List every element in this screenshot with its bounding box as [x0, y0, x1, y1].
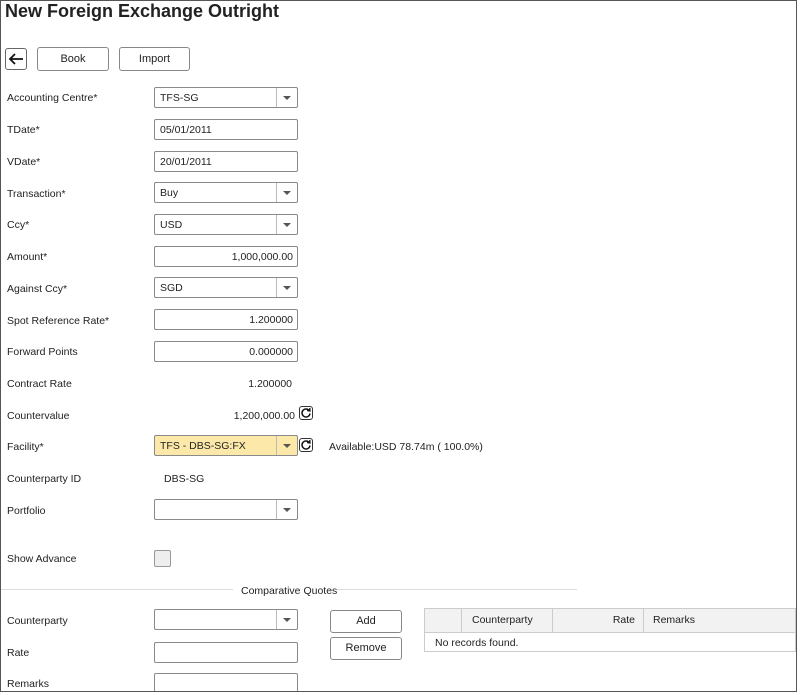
countervalue-label: Countervalue	[7, 410, 70, 422]
book-button[interactable]: Book	[37, 47, 109, 71]
accounting-centre-label: Accounting Centre*	[7, 92, 98, 104]
amount-input[interactable]: 1,000,000.00	[154, 246, 298, 267]
spot-rate-label: Spot Reference Rate*	[7, 315, 110, 327]
back-button[interactable]	[5, 48, 27, 70]
quote-counterparty-select[interactable]	[154, 609, 298, 630]
column-header-label: Counterparty	[472, 614, 533, 626]
forward-points-input[interactable]: 0.000000	[154, 341, 298, 362]
quote-counterparty-label: Counterparty	[7, 615, 68, 627]
select-column-header[interactable]	[425, 609, 462, 632]
divider	[337, 589, 577, 590]
arrow-left-icon	[8, 53, 23, 65]
spot-rate-value: 1.200000	[249, 314, 293, 326]
facility-available: Available:USD 78.74m ( 100.0%)	[329, 441, 483, 453]
facility-label: Facility*	[7, 441, 44, 453]
show-advance-label: Show Advance	[7, 553, 77, 565]
table-header: Counterparty Rate Remarks	[425, 609, 795, 633]
quotes-table: Counterparty Rate Remarks No records fou…	[424, 608, 796, 652]
chevron-down-icon[interactable]	[276, 500, 297, 519]
chevron-down-icon[interactable]	[276, 215, 297, 234]
vdate-input[interactable]: 20/01/2011	[154, 151, 298, 172]
tdate-label: TDate*	[7, 124, 40, 136]
column-header-label: Rate	[612, 614, 635, 626]
transaction-label: Transaction*	[7, 188, 66, 200]
countervalue-value: 1,200,000.00	[233, 410, 295, 422]
tdate-value: 05/01/2011	[160, 124, 212, 136]
facility-value: TFS - DBS-SG:FX	[160, 440, 246, 452]
empty-table-message: No records found.	[435, 637, 519, 649]
quote-remarks-input[interactable]	[154, 673, 298, 691]
ccy-label: Ccy*	[7, 219, 30, 231]
transaction-value: Buy	[160, 187, 179, 199]
facility-select[interactable]: TFS - DBS-SG:FX	[154, 435, 298, 456]
add-quote-button[interactable]: Add	[330, 610, 402, 633]
import-button[interactable]: Import	[119, 47, 190, 71]
ccy-value: USD	[160, 219, 183, 231]
tdate-input[interactable]: 05/01/2011	[154, 119, 298, 140]
refresh-facility-button[interactable]	[299, 438, 313, 452]
divider	[1, 589, 233, 590]
accounting-centre-select[interactable]: TFS-SG	[154, 87, 298, 108]
transaction-select[interactable]: Buy	[154, 182, 298, 203]
against-ccy-label: Against Ccy*	[7, 283, 68, 295]
refresh-icon	[301, 439, 311, 450]
amount-value: 1,000,000.00	[231, 251, 293, 263]
amount-label: Amount*	[7, 251, 48, 263]
chevron-down-icon[interactable]	[276, 183, 297, 202]
column-header-label: Remarks	[653, 614, 696, 626]
counterparty-id-label: Counterparty ID	[7, 473, 82, 485]
forward-points-value: 0.000000	[249, 346, 293, 358]
refresh-countervalue-button[interactable]	[299, 406, 313, 420]
portfolio-select[interactable]	[154, 499, 298, 520]
chevron-down-icon[interactable]	[276, 278, 297, 297]
column-header-counterparty[interactable]: Counterparty	[462, 609, 553, 632]
quote-rate-label: Rate	[7, 647, 30, 659]
column-header-rate[interactable]: Rate	[553, 609, 644, 632]
spot-rate-input[interactable]: 1.200000	[154, 309, 298, 330]
vdate-value: 20/01/2011	[160, 156, 212, 168]
accounting-centre-value: TFS-SG	[160, 92, 199, 104]
quote-remarks-label: Remarks	[7, 678, 50, 690]
portfolio-label: Portfolio	[7, 505, 46, 517]
contract-rate-label: Contract Rate	[7, 378, 72, 390]
refresh-icon	[301, 407, 311, 418]
vdate-label: VDate*	[7, 156, 41, 168]
against-ccy-value: SGD	[160, 282, 183, 294]
comparative-quotes-heading: Comparative Quotes	[241, 585, 338, 597]
ccy-select[interactable]: USD	[154, 214, 298, 235]
contract-rate-value: 1.200000	[248, 378, 292, 390]
page-title: New Foreign Exchange Outright	[5, 1, 280, 21]
remove-quote-button[interactable]: Remove	[330, 637, 402, 660]
against-ccy-select[interactable]: SGD	[154, 277, 298, 298]
window-frame: New Foreign Exchange Outright Book Impor…	[0, 0, 797, 692]
chevron-down-icon[interactable]	[276, 436, 297, 455]
quote-rate-input[interactable]	[154, 642, 298, 663]
chevron-down-icon[interactable]	[276, 88, 297, 107]
chevron-down-icon[interactable]	[276, 610, 297, 629]
column-header-remarks[interactable]: Remarks	[644, 609, 795, 632]
show-advance-checkbox[interactable]	[154, 550, 171, 567]
counterparty-id-value: DBS-SG	[164, 473, 205, 485]
forward-points-label: Forward Points	[7, 346, 78, 358]
